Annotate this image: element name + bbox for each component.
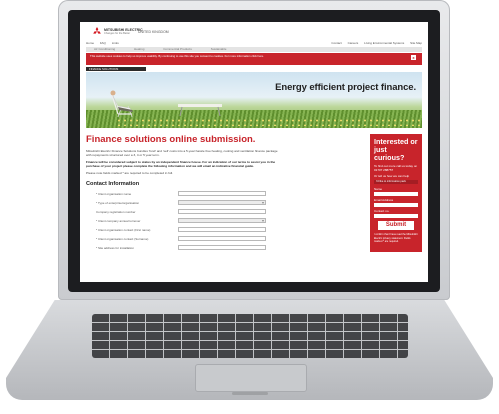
mitsubishi-logo-icon[interactable] [92, 27, 102, 36]
logo-tagline: Changes for the Better [104, 32, 131, 35]
sidebar-field-label: Email Address [374, 198, 394, 203]
trackpad-button [232, 392, 268, 395]
sidebar-name-input[interactable] [374, 192, 418, 197]
page-title: Finance solutions online submission. [86, 134, 256, 145]
banner-flowers [116, 118, 422, 126]
link-sitemap[interactable]: Site Map [410, 41, 422, 45]
sidebar-call-text: To find out more call us today on 01707 … [374, 164, 418, 172]
field-label: * Type of enterprise/organisation [96, 201, 140, 205]
info-pack-option[interactable]: I'd like to information pack [374, 180, 418, 185]
field-label: * Client organisation name [96, 192, 132, 196]
close-icon[interactable]: x [411, 55, 416, 60]
nav-item-air-conditioning[interactable]: Air Conditioning [94, 47, 115, 51]
intro-text: Mitsubishi Electric Finance Solutions bu… [86, 149, 278, 157]
nav-item-commercial[interactable]: Commercial Products [163, 47, 192, 51]
topnav-links[interactable]: Links [112, 41, 119, 45]
submit-button[interactable]: Submit [378, 221, 414, 231]
breadcrumb: FINANCE SOLUTIONS [86, 67, 146, 71]
form-row: * Client organisation name [86, 191, 282, 200]
banner-headline: Energy efficient project finance. [275, 82, 416, 93]
turnover-select[interactable] [178, 218, 266, 223]
required-note: Please note fields marked * are required… [86, 171, 174, 175]
form-row: Company registration number [86, 209, 282, 218]
form-row: * Client organisation contact (First nam… [86, 227, 282, 236]
field-label: * Client company annual turnover [96, 219, 141, 223]
top-nav: Home FAQ Links [86, 41, 124, 45]
sidebar-email-input[interactable] [374, 203, 418, 208]
region-label: UNITED KINGDOM [138, 30, 169, 34]
nav-item-sustainable[interactable]: Sustainable [211, 47, 227, 51]
man-in-chair-image [110, 90, 133, 118]
sidebar-field-label: Name [374, 187, 383, 192]
surname-input[interactable] [178, 236, 266, 241]
main-navbar: Air Conditioning Heating Commercial Prod… [86, 47, 422, 52]
field-label: * Site address for installation [96, 246, 135, 250]
finance-note: Finance will be considered subject to st… [86, 160, 276, 168]
cookie-alert-text: This website uses cookies to help us imp… [90, 54, 264, 58]
screen-bezel: MITSUBISHI ELECTRIC Changes for the Bett… [68, 10, 440, 292]
section-title: Contact Information [86, 181, 140, 187]
topnav-faq[interactable]: FAQ [100, 41, 106, 45]
form-row: * Site address for installation [86, 245, 282, 254]
nav-item-heating[interactable]: Heating [134, 47, 144, 51]
org-name-input[interactable] [178, 191, 266, 196]
hero-banner: Energy efficient project finance. [86, 72, 422, 128]
main-content: Finance solutions online submission. Mit… [86, 134, 282, 254]
keyboard-rows [92, 314, 408, 358]
banner-table-image [178, 104, 222, 116]
trackpad [195, 364, 307, 392]
link-careers[interactable]: Careers [348, 41, 359, 45]
field-label: * Client organisation contact (Surname) [96, 237, 149, 241]
cookie-alert: This website uses cookies to help us imp… [86, 53, 422, 65]
link-les[interactable]: Living Environmental Systems [364, 41, 404, 45]
logo-text: MITSUBISHI ELECTRIC Changes for the Bett… [104, 28, 143, 36]
sidebar-field-label: Contact no. [374, 209, 390, 214]
first-name-input[interactable] [178, 227, 266, 232]
enquiry-sidebar: Interested or just curious? To find out … [370, 134, 422, 252]
sidebar-title: Interested or just curious? [374, 137, 418, 162]
form-row: * Type of enterprise/organisation [86, 200, 282, 209]
utility-links: Contact Careers Living Environmental Sys… [326, 41, 422, 45]
company-reg-input[interactable] [178, 209, 266, 214]
form-row: * Client company annual turnover [86, 218, 282, 227]
form-row: * Client organisation contact (Surname) [86, 236, 282, 245]
web-page: MITSUBISHI ELECTRIC Changes for the Bett… [80, 22, 428, 282]
sidebar-phone-input[interactable] [374, 214, 418, 219]
field-label: Company registration number [96, 210, 136, 214]
laptop-lid: MITSUBISHI ELECTRIC Changes for the Bett… [58, 0, 450, 300]
enterprise-type-select[interactable] [178, 200, 266, 205]
laptop-screen: MITSUBISHI ELECTRIC Changes for the Bett… [80, 22, 428, 282]
link-contact[interactable]: Contact [331, 41, 341, 45]
topnav-home[interactable]: Home [86, 41, 94, 45]
sidebar-fine-print: I confirm that I have read the Mitsubish… [374, 233, 418, 243]
site-address-input[interactable] [178, 245, 266, 250]
sidebar-callback-text: Or tell us how we can help [374, 173, 410, 178]
field-label: * Client organisation contact (First nam… [96, 228, 151, 232]
